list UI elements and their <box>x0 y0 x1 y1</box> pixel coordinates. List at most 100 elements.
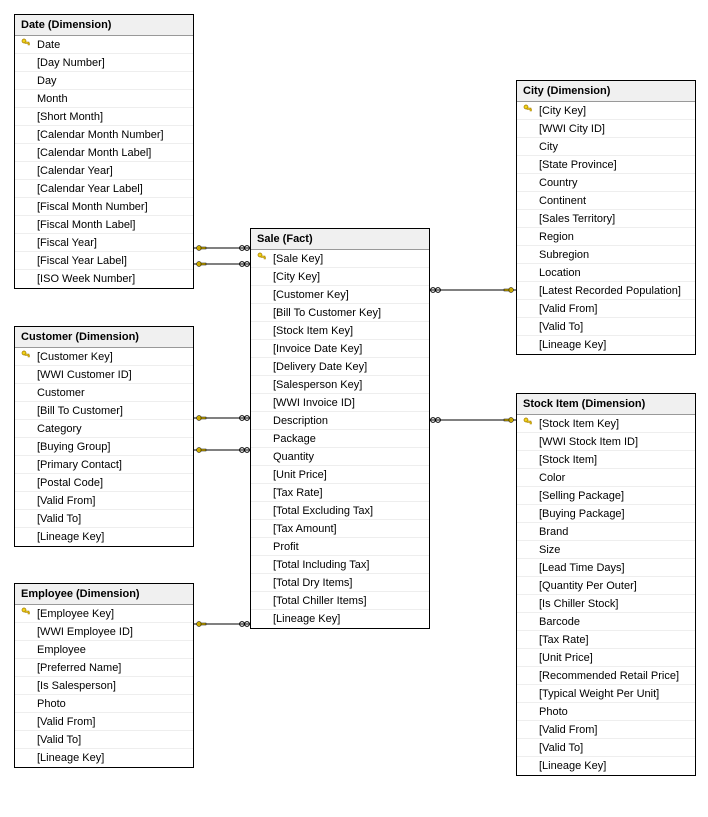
column-name: Subregion <box>535 249 589 261</box>
table-row[interactable]: [Total Dry Items] <box>251 574 429 592</box>
table-row[interactable]: [Preferred Name] <box>15 659 193 677</box>
table-row[interactable]: [Tax Amount] <box>251 520 429 538</box>
table-row[interactable]: [Valid From] <box>15 492 193 510</box>
column-name: [Fiscal Month Number] <box>33 201 148 213</box>
table-row[interactable]: [WWI Employee ID] <box>15 623 193 641</box>
table-row[interactable]: [Day Number] <box>15 54 193 72</box>
column-name: [Bill To Customer Key] <box>269 307 381 319</box>
table-row[interactable]: [Bill To Customer] <box>15 402 193 420</box>
table-row[interactable]: Region <box>517 228 695 246</box>
table-row[interactable]: [Lineage Key] <box>251 610 429 628</box>
table-city[interactable]: City (Dimension)[City Key][WWI City ID]C… <box>516 80 696 355</box>
table-row[interactable]: [Total Excluding Tax] <box>251 502 429 520</box>
table-row[interactable]: [Lead Time Days] <box>517 559 695 577</box>
table-row[interactable]: Brand <box>517 523 695 541</box>
table-row[interactable]: [Salesperson Key] <box>251 376 429 394</box>
table-row[interactable]: [Buying Package] <box>517 505 695 523</box>
table-row[interactable]: Color <box>517 469 695 487</box>
table-row[interactable]: [Stock Item Key] <box>251 322 429 340</box>
table-row[interactable]: [Valid To] <box>517 318 695 336</box>
table-row[interactable]: Date <box>15 36 193 54</box>
table-row[interactable]: [Valid From] <box>15 713 193 731</box>
table-row[interactable]: [Fiscal Month Label] <box>15 216 193 234</box>
table-row[interactable]: [Is Salesperson] <box>15 677 193 695</box>
table-row[interactable]: [Typical Weight Per Unit] <box>517 685 695 703</box>
table-row[interactable]: [Customer Key] <box>15 348 193 366</box>
table-row[interactable]: [Total Including Tax] <box>251 556 429 574</box>
table-row[interactable]: Subregion <box>517 246 695 264</box>
table-row[interactable]: [Quantity Per Outer] <box>517 577 695 595</box>
table-row[interactable]: [Lineage Key] <box>517 757 695 775</box>
table-row[interactable]: [Delivery Date Key] <box>251 358 429 376</box>
table-row[interactable]: [Fiscal Year Label] <box>15 252 193 270</box>
table-row[interactable]: [WWI Stock Item ID] <box>517 433 695 451</box>
table-row[interactable]: [Stock Item] <box>517 451 695 469</box>
table-row[interactable]: [Postal Code] <box>15 474 193 492</box>
table-stock[interactable]: Stock Item (Dimension)[Stock Item Key][W… <box>516 393 696 776</box>
table-row[interactable]: [Buying Group] <box>15 438 193 456</box>
table-row[interactable]: [Valid To] <box>15 731 193 749</box>
table-row[interactable]: [WWI City ID] <box>517 120 695 138</box>
table-row[interactable]: [Tax Rate] <box>517 631 695 649</box>
table-sale[interactable]: Sale (Fact)[Sale Key][City Key][Customer… <box>250 228 430 629</box>
table-row[interactable]: Description <box>251 412 429 430</box>
table-row[interactable]: Size <box>517 541 695 559</box>
table-row[interactable]: Continent <box>517 192 695 210</box>
table-row[interactable]: Country <box>517 174 695 192</box>
table-row[interactable]: [Sale Key] <box>251 250 429 268</box>
table-row[interactable]: [Valid To] <box>517 739 695 757</box>
table-row[interactable]: [Calendar Month Number] <box>15 126 193 144</box>
table-row[interactable]: [Lineage Key] <box>15 528 193 546</box>
table-employee[interactable]: Employee (Dimension)[Employee Key][WWI E… <box>14 583 194 768</box>
table-row[interactable]: [Unit Price] <box>251 466 429 484</box>
table-row[interactable]: [Valid To] <box>15 510 193 528</box>
table-row[interactable]: [Short Month] <box>15 108 193 126</box>
table-row[interactable]: Quantity <box>251 448 429 466</box>
column-name: [Calendar Year Label] <box>33 183 143 195</box>
table-row[interactable]: City <box>517 138 695 156</box>
table-row[interactable]: [Calendar Month Label] <box>15 144 193 162</box>
table-row[interactable]: [Lineage Key] <box>517 336 695 354</box>
table-row[interactable]: Photo <box>15 695 193 713</box>
table-row[interactable]: [Calendar Year Label] <box>15 180 193 198</box>
table-row[interactable]: [WWI Invoice ID] <box>251 394 429 412</box>
table-row[interactable]: [Customer Key] <box>251 286 429 304</box>
table-row[interactable]: [Latest Recorded Population] <box>517 282 695 300</box>
table-row[interactable]: [Valid From] <box>517 721 695 739</box>
table-row[interactable]: Employee <box>15 641 193 659</box>
table-row[interactable]: Customer <box>15 384 193 402</box>
table-row[interactable]: Month <box>15 90 193 108</box>
table-customer[interactable]: Customer (Dimension)[Customer Key][WWI C… <box>14 326 194 547</box>
table-row[interactable]: [Lineage Key] <box>15 749 193 767</box>
table-row[interactable]: Profit <box>251 538 429 556</box>
table-row[interactable]: [State Province] <box>517 156 695 174</box>
table-row[interactable]: Photo <box>517 703 695 721</box>
table-row[interactable]: [City Key] <box>251 268 429 286</box>
table-row[interactable]: Package <box>251 430 429 448</box>
table-row[interactable]: [Unit Price] <box>517 649 695 667</box>
table-row[interactable]: [Tax Rate] <box>251 484 429 502</box>
table-row[interactable]: [Invoice Date Key] <box>251 340 429 358</box>
table-row[interactable]: [ISO Week Number] <box>15 270 193 288</box>
table-row[interactable]: Category <box>15 420 193 438</box>
table-row[interactable]: [Calendar Year] <box>15 162 193 180</box>
table-row[interactable]: [Recommended Retail Price] <box>517 667 695 685</box>
table-row[interactable]: [Valid From] <box>517 300 695 318</box>
table-row[interactable]: [Stock Item Key] <box>517 415 695 433</box>
table-row[interactable]: Barcode <box>517 613 695 631</box>
table-row[interactable]: [Primary Contact] <box>15 456 193 474</box>
table-row[interactable]: [Selling Package] <box>517 487 695 505</box>
table-row[interactable]: Location <box>517 264 695 282</box>
table-row[interactable]: [City Key] <box>517 102 695 120</box>
table-row[interactable]: [WWI Customer ID] <box>15 366 193 384</box>
table-row[interactable]: [Total Chiller Items] <box>251 592 429 610</box>
table-row[interactable]: [Employee Key] <box>15 605 193 623</box>
table-row[interactable]: [Is Chiller Stock] <box>517 595 695 613</box>
table-row[interactable]: [Fiscal Month Number] <box>15 198 193 216</box>
table-row[interactable]: [Sales Territory] <box>517 210 695 228</box>
column-name: [Sale Key] <box>269 253 323 265</box>
table-row[interactable]: Day <box>15 72 193 90</box>
table-row[interactable]: [Bill To Customer Key] <box>251 304 429 322</box>
table-row[interactable]: [Fiscal Year] <box>15 234 193 252</box>
table-date[interactable]: Date (Dimension)Date[Day Number]DayMonth… <box>14 14 194 289</box>
